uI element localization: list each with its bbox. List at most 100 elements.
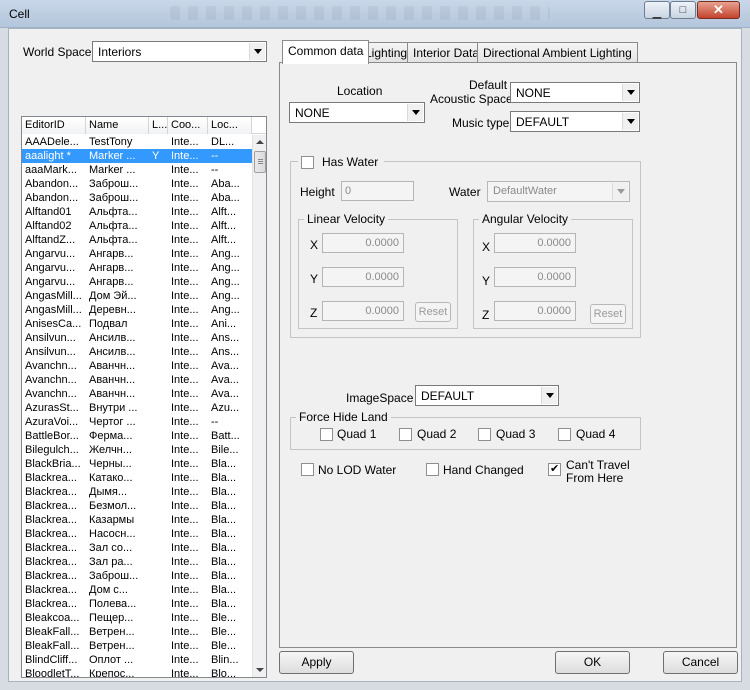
list-item[interactable]: AngasMill... Дом Эй... Inte... Ang... <box>22 289 253 303</box>
scroll-down-icon[interactable] <box>253 663 266 677</box>
close-button[interactable]: ✕ <box>697 1 740 19</box>
linear-z-input[interactable]: 0.0000 <box>322 301 404 321</box>
list-item[interactable]: Avanchn... Аванчн... Inte... Ava... <box>22 359 253 373</box>
chevron-down-icon[interactable] <box>249 43 265 60</box>
angular-z-input[interactable]: 0.0000 <box>494 301 576 321</box>
water-select[interactable]: DefaultWater <box>487 181 630 202</box>
chevron-down-icon[interactable] <box>407 104 423 121</box>
list-item[interactable]: AzuraVoi... Чертог ... Inte... -- <box>22 415 253 429</box>
list-cell: Inte... <box>171 598 199 610</box>
list-cell: Ang... <box>211 262 240 274</box>
list-item[interactable]: Alftand02 Альфта... Inte... Alft... <box>22 219 253 233</box>
list-item[interactable]: BleakFall... Ветрен... Inte... Ble... <box>22 639 253 653</box>
maximize-icon: □ <box>679 4 687 16</box>
list-item[interactable]: Blackrea... Безмол... Inte... Bla... <box>22 499 253 513</box>
list-cell <box>149 443 168 457</box>
list-item[interactable]: Abandon... Заброш... Inte... Aba... <box>22 191 253 205</box>
tab-common-data[interactable]: Common data <box>282 40 370 64</box>
no-lod-water-checkbox[interactable] <box>301 463 314 476</box>
list-item[interactable]: Alftand01 Альфта... Inte... Alft... <box>22 205 253 219</box>
chevron-down-icon[interactable] <box>612 183 628 200</box>
acoustic-space-select[interactable]: NONE <box>510 82 640 103</box>
linear-x-input[interactable]: 0.0000 <box>322 233 404 253</box>
list-item[interactable]: Ansilvun... Ансилв... Inte... Ans... <box>22 331 253 345</box>
imagespace-select[interactable]: DEFAULT <box>415 385 559 406</box>
column-header-coords[interactable]: Coo... <box>168 117 208 134</box>
list-item[interactable]: AlftandZ... Альфта... Inte... Alft... <box>22 233 253 247</box>
list-item[interactable]: BleakFall... Ветрен... Inte... Ble... <box>22 625 253 639</box>
list-item[interactable]: Blackrea... Полева... Inte... Bla... <box>22 597 253 611</box>
list-item[interactable]: Blackrea... Дымя... Inte... Bla... <box>22 485 253 499</box>
hand-changed-checkbox[interactable] <box>426 463 439 476</box>
column-header-l[interactable]: L... <box>149 117 168 134</box>
list-item[interactable]: AAADele... TestTony Inte... DL... <box>22 135 253 149</box>
linear-reset-button[interactable]: Reset <box>415 302 451 322</box>
cant-travel-checkbox[interactable] <box>548 462 561 476</box>
cant-travel-label-line1: Can't Travel <box>566 458 630 472</box>
list-cell: Bile... <box>211 444 239 456</box>
scroll-thumb[interactable] <box>254 151 266 173</box>
list-item[interactable]: AzurasSt... Внутри ... Inte... Azu... <box>22 401 253 415</box>
angular-y-input[interactable]: 0.0000 <box>494 267 576 287</box>
dialog-client-area: World Space Interiors EditorID Name L...… <box>8 28 742 682</box>
list-item[interactable]: Bilegulch... Желчн... Inte... Bile... <box>22 443 253 457</box>
ok-button[interactable]: OK <box>555 651 630 674</box>
quad-3-checkbox[interactable] <box>478 428 491 441</box>
list-item[interactable]: Blackrea... Зал со... Inte... Bla... <box>22 541 253 555</box>
chevron-down-icon[interactable] <box>541 387 557 404</box>
tab-directional-ambient-lighting[interactable]: Directional Ambient Lighting <box>477 42 638 62</box>
list-item[interactable]: Abandon... Заброш... Inte... Aba... <box>22 177 253 191</box>
quad-1-checkbox[interactable] <box>320 428 333 441</box>
list-item[interactable]: Angarvu... Ангарв... Inte... Ang... <box>22 261 253 275</box>
list-item[interactable]: Ansilvun... Ансилв... Inte... Ans... <box>22 345 253 359</box>
chevron-down-icon[interactable] <box>622 84 638 101</box>
angular-reset-button[interactable]: Reset <box>590 304 626 324</box>
list-item[interactable]: aaalight * Marker ... Y Inte... -- <box>22 149 253 163</box>
list-item[interactable]: Angarvu... Ангарв... Inte... Ang... <box>22 275 253 289</box>
list-item[interactable]: Blackrea... Насосн... Inte... Bla... <box>22 527 253 541</box>
list-item[interactable]: Avanchn... Аванчн... Inte... Ava... <box>22 387 253 401</box>
list-item[interactable]: BlackBria... Черны... Inte... Bla... <box>22 457 253 471</box>
list-item[interactable]: Blackrea... Зал ра... Inte... Bla... <box>22 555 253 569</box>
chevron-down-icon[interactable] <box>622 113 638 130</box>
angular-x-input[interactable]: 0.0000 <box>494 233 576 253</box>
list-item[interactable]: BlindCliff... Оплот ... Inte... Blin... <box>22 653 253 667</box>
scroll-up-icon[interactable] <box>253 135 266 149</box>
list-cell: Inte... <box>171 528 199 540</box>
list-item[interactable]: Blackrea... Катако... Inte... Bla... <box>22 471 253 485</box>
column-header-name[interactable]: Name <box>86 117 149 134</box>
list-cell: Альфта... <box>89 220 138 232</box>
list-item[interactable]: BloodletT... Крепос... Inte... Blo... <box>22 667 253 677</box>
linear-y-input[interactable]: 0.0000 <box>322 267 404 287</box>
list-item[interactable]: Blackrea... Дом с... Inte... Bla... <box>22 583 253 597</box>
list-item[interactable]: aaaMark... Marker ... Inte... -- <box>22 163 253 177</box>
list-item[interactable]: BattleBor... Ферма... Inte... Batt... <box>22 429 253 443</box>
list-item[interactable]: Bleakcoa... Пещер... Inte... Ble... <box>22 611 253 625</box>
list-item[interactable]: AnisesCa... Подвал Inte... Ani... <box>22 317 253 331</box>
list-item[interactable]: Avanchn... Аванчн... Inte... Ava... <box>22 373 253 387</box>
column-header-location[interactable]: Loc... <box>208 117 252 134</box>
height-input[interactable]: 0 <box>341 181 414 201</box>
music-type-select[interactable]: DEFAULT <box>510 111 640 132</box>
list-item[interactable]: AngasMill... Деревн... Inte... Ang... <box>22 303 253 317</box>
list-cell: Inte... <box>171 584 199 596</box>
world-space-select[interactable]: Interiors <box>92 41 267 62</box>
cancel-button[interactable]: Cancel <box>663 651 738 674</box>
list-item[interactable]: Blackrea... Казармы Inte... Bla... <box>22 513 253 527</box>
has-water-checkbox[interactable] <box>301 156 314 169</box>
apply-button[interactable]: Apply <box>279 651 354 674</box>
cell-list[interactable]: EditorID Name L... Coo... Loc... AAADele… <box>21 116 267 678</box>
list-item[interactable]: Angarvu... Ангарв... Inte... Ang... <box>22 247 253 261</box>
list-item[interactable]: Blackrea... Заброш... Inte... Bla... <box>22 569 253 583</box>
quad-4-checkbox[interactable] <box>558 428 571 441</box>
has-water-title: Has Water <box>298 155 384 169</box>
tab-interior-data[interactable]: Interior Data <box>407 42 486 62</box>
quad-2-checkbox[interactable] <box>399 428 412 441</box>
minimize-button[interactable]: ▁ <box>644 1 670 19</box>
list-scrollbar[interactable] <box>252 135 266 677</box>
column-header-editorid[interactable]: EditorID <box>22 117 86 134</box>
list-cell <box>149 485 168 499</box>
maximize-button[interactable]: □ <box>670 1 696 19</box>
location-select[interactable]: NONE <box>289 102 425 123</box>
list-cell <box>149 359 168 373</box>
